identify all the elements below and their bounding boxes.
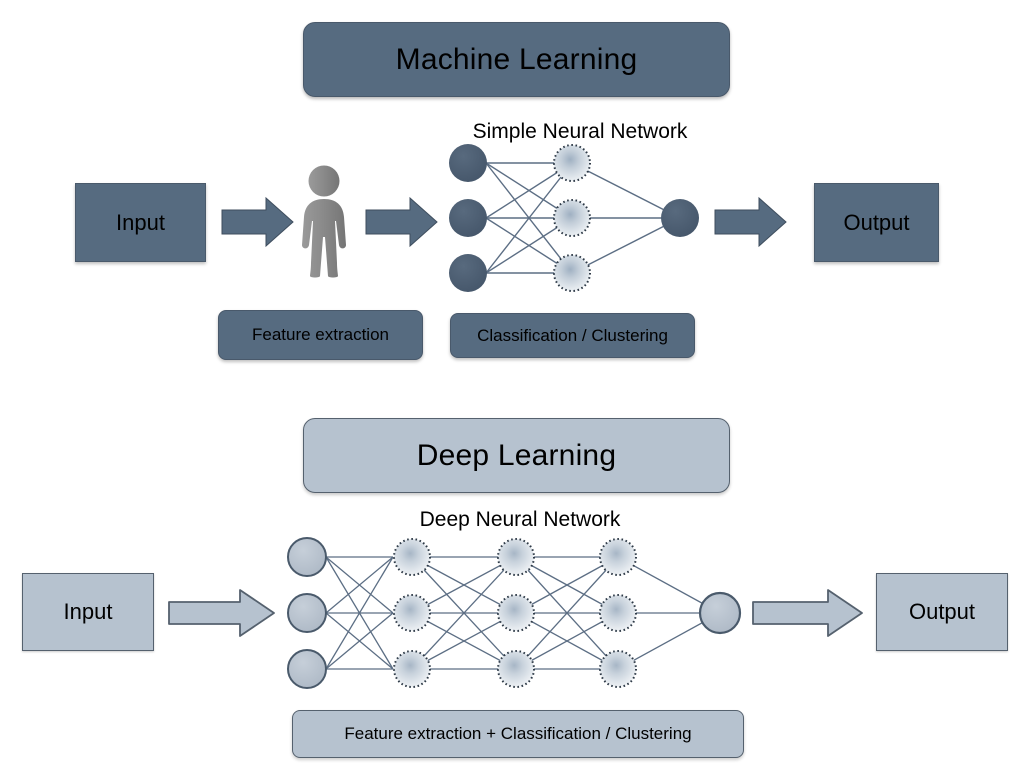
ml-classification-box: Classification / Clustering: [450, 313, 695, 358]
deep-learning-title-text: Deep Learning: [416, 438, 617, 472]
dl-input-node: [287, 537, 327, 577]
dl-caption-box: Feature extraction + Classification / Cl…: [292, 710, 744, 758]
machine-learning-title-box: Machine Learning: [303, 22, 730, 97]
ml-arrow-person-to-network: [365, 196, 438, 248]
ml-feature-extraction-box: Feature extraction: [218, 310, 423, 360]
ml-hidden-node: [553, 144, 591, 182]
ml-hidden-node: [553, 199, 591, 237]
ml-output-node: [661, 199, 699, 237]
dl-arrow-input-to-network: [168, 588, 276, 638]
dl-input-node: [287, 649, 327, 689]
machine-learning-title-text: Machine Learning: [395, 42, 638, 76]
ml-hidden-node: [553, 254, 591, 292]
dl-hidden-node: [599, 594, 637, 632]
dl-output-node: [698, 591, 742, 635]
ml-input-node: [449, 254, 487, 292]
ml-input-box: Input: [75, 183, 206, 262]
dl-output-label: Output: [908, 599, 976, 624]
dl-hidden-node: [393, 650, 431, 688]
ml-input-node: [449, 144, 487, 182]
dl-hidden-node: [599, 538, 637, 576]
ml-input-node: [449, 199, 487, 237]
deep-learning-title-box: Deep Learning: [303, 418, 730, 493]
dl-input-label: Input: [63, 599, 113, 624]
deep-neural-network: [285, 535, 745, 695]
simple-neural-network: [440, 138, 710, 298]
ml-arrow-input-to-person: [221, 196, 294, 248]
deep-network-label: Deep Neural Network: [419, 508, 621, 531]
ml-feature-extraction-label: Feature extraction: [251, 325, 389, 344]
ml-classification-label: Classification / Clustering: [477, 325, 668, 345]
dl-hidden-node: [497, 594, 535, 632]
ml-output-label: Output: [843, 209, 910, 235]
ml-input-label: Input: [116, 209, 165, 235]
person-icon: [294, 163, 354, 279]
dl-hidden-node: [599, 650, 637, 688]
ml-arrow-network-to-output: [714, 196, 787, 248]
dl-output-box: Output: [876, 573, 1008, 651]
dl-input-box: Input: [22, 573, 154, 651]
dl-caption-label: Feature extraction + Classification / Cl…: [344, 724, 692, 743]
dl-input-node: [287, 593, 327, 633]
diagram-canvas: Machine Learning Input Simple Neural Net…: [0, 0, 1024, 780]
dl-hidden-node: [393, 538, 431, 576]
dl-hidden-node: [497, 538, 535, 576]
ml-output-box: Output: [814, 183, 939, 262]
dl-arrow-network-to-output: [752, 588, 864, 638]
dl-hidden-node: [497, 650, 535, 688]
dl-hidden-node: [393, 594, 431, 632]
